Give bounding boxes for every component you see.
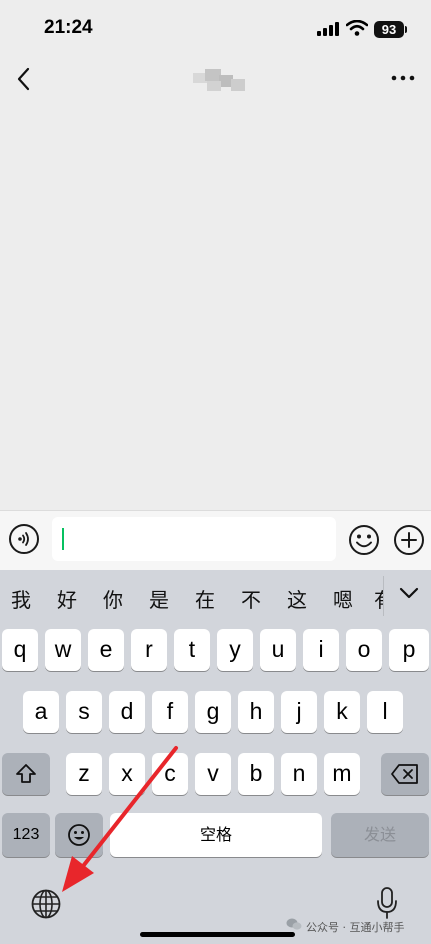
candidate-item[interactable]: 好 [57,584,77,613]
emoji-key[interactable] [55,813,103,857]
more-icon[interactable] [391,74,415,82]
signal-icon [317,22,339,36]
space-key[interactable]: 空格 [110,813,322,857]
key-k[interactable]: k [324,691,360,733]
key-d[interactable]: d [109,691,145,733]
message-input[interactable] [52,517,336,561]
wifi-icon [346,20,368,36]
key-z[interactable]: z [66,753,102,795]
plus-icon[interactable] [393,524,425,556]
emoji-key-icon [68,824,90,846]
key-q[interactable]: q [2,629,38,671]
text-caret [62,528,64,550]
key-p[interactable]: p [389,629,429,671]
key-i[interactable]: i [303,629,339,671]
wechat-official-icon [286,918,302,930]
numbers-key[interactable]: 123 [2,813,50,857]
key-x[interactable]: x [109,753,145,795]
candidate-divider [383,576,384,616]
candidate-item[interactable]: 不 [241,584,261,613]
voice-toggle-button[interactable] [9,524,39,554]
candidate-item[interactable]: 有 [374,584,383,613]
candidate-overflow: 有 [370,570,383,622]
emoji-icon[interactable] [348,524,380,556]
send-key[interactable]: 发送 [331,813,429,857]
globe-icon[interactable] [30,888,62,920]
battery-icon: 93 [374,21,404,38]
key-j[interactable]: j [281,691,317,733]
back-icon[interactable] [14,66,32,92]
chevron-down-icon[interactable] [398,586,420,600]
candidate-item[interactable]: 嗯 [333,584,353,613]
key-w[interactable]: w [45,629,81,671]
key-v[interactable]: v [195,753,231,795]
watermark-text: 公众号 · 互通小帮手 [306,921,405,934]
backspace-key[interactable] [381,753,429,795]
key-f[interactable]: f [152,691,188,733]
backspace-icon [391,764,418,784]
chat-title-blurred [193,69,247,93]
key-b[interactable]: b [238,753,274,795]
key-a[interactable]: a [23,691,59,733]
nav-bar [0,56,431,102]
candidate-item[interactable]: 在 [195,584,215,613]
candidate-item[interactable]: 是 [149,584,169,613]
battery-nub [405,26,407,33]
key-u[interactable]: u [260,629,296,671]
input-bar [0,510,431,570]
key-m[interactable]: m [324,753,360,795]
keyboard: 我 好 你 是 在 不 这 嗯 有 q w e r t y u i o p a … [0,570,431,944]
key-y[interactable]: y [217,629,253,671]
battery-level: 93 [381,22,397,37]
key-s[interactable]: s [66,691,102,733]
candidate-item[interactable]: 你 [103,584,123,613]
key-h[interactable]: h [238,691,274,733]
key-c[interactable]: c [152,753,188,795]
key-l[interactable]: l [367,691,403,733]
shift-icon [16,764,36,783]
status-time: 21:24 [44,17,93,38]
message-area[interactable] [0,102,431,510]
status-bar: 21:24 93 [0,0,431,56]
key-e[interactable]: e [88,629,124,671]
key-n[interactable]: n [281,753,317,795]
key-o[interactable]: o [346,629,382,671]
key-g[interactable]: g [195,691,231,733]
candidate-bar: 我 好 你 是 在 不 这 嗯 有 [0,570,431,622]
voice-toggle-icon [18,532,29,546]
candidate-item[interactable]: 我 [11,584,31,613]
key-t[interactable]: t [174,629,210,671]
candidate-item[interactable]: 这 [287,584,307,613]
key-r[interactable]: r [131,629,167,671]
home-indicator [140,932,295,937]
mic-icon[interactable] [376,886,398,920]
shift-key[interactable] [2,753,50,795]
